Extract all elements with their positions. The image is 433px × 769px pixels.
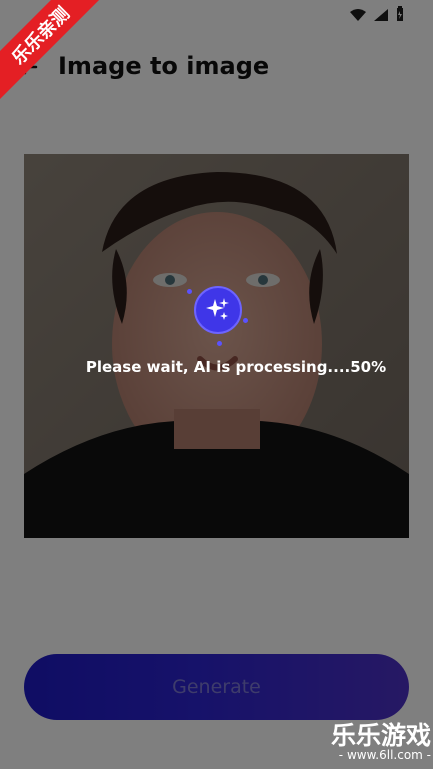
brand-watermark-text: 乐乐游戏: [330, 721, 431, 751]
processing-overlay: Please wait, AI is processing....50%: [0, 0, 433, 769]
sparkle-icon: [194, 286, 242, 334]
brand-watermark-url: - www.6ll.com -: [338, 748, 431, 763]
loader-dot: [187, 289, 192, 294]
processing-status-text: Please wait, AI is processing....50%: [85, 358, 387, 376]
loader-dot: [217, 341, 222, 346]
brand-watermark: 乐乐游戏 - www.6ll.com -: [311, 719, 431, 767]
loader-dot: [243, 318, 248, 323]
